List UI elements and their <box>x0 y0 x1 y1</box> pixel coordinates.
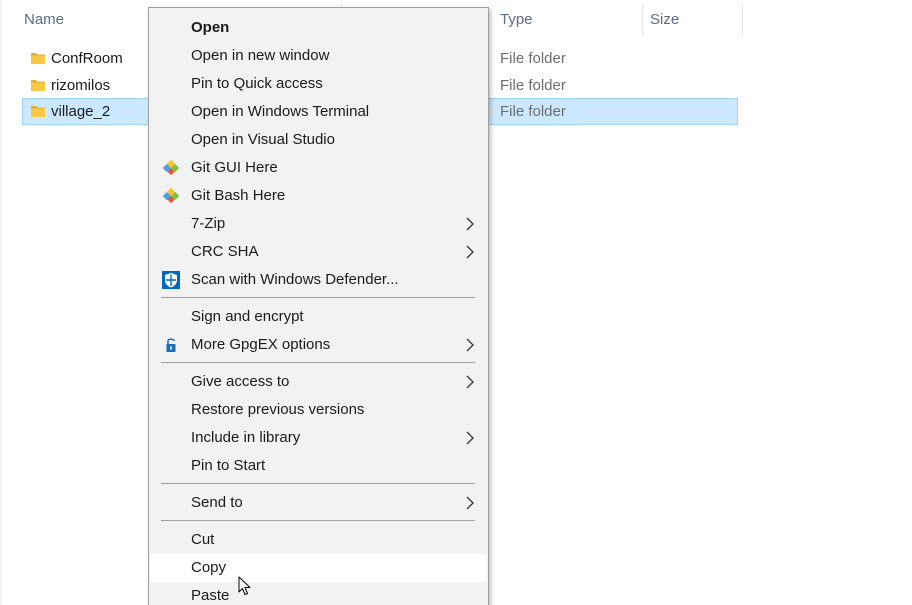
menu-item-label: Copy <box>191 559 227 576</box>
chevron-right-icon <box>466 338 474 352</box>
menu-item-pin-start[interactable]: Pin to Start <box>150 452 487 480</box>
menu-item-label: Give access to <box>191 373 290 390</box>
menu-item-7zip[interactable]: 7-Zip <box>150 210 487 238</box>
menu-item-label: Open <box>191 19 230 36</box>
menu-item-label: 7-Zip <box>191 215 226 232</box>
menu-item-label: Restore previous versions <box>191 401 365 418</box>
menu-item-label: Sign and encrypt <box>191 308 304 325</box>
menu-item-label: Git Bash Here <box>191 187 286 204</box>
folder-icon <box>31 80 45 91</box>
menu-item-label: Send to <box>191 494 243 511</box>
menu-item-label: Paste <box>191 587 230 604</box>
menu-item-open-terminal[interactable]: Open in Windows Terminal <box>150 98 487 126</box>
context-menu: Open Open in new window Pin to Quick acc… <box>148 7 489 605</box>
menu-item-restore-versions[interactable]: Restore previous versions <box>150 396 487 424</box>
column-header-size[interactable]: Size <box>642 4 742 36</box>
menu-item-open-visual-studio[interactable]: Open in Visual Studio <box>150 126 487 154</box>
menu-item-label: Pin to Start <box>191 457 266 474</box>
menu-item-label: Open in Visual Studio <box>191 131 335 148</box>
column-divider[interactable] <box>742 4 743 36</box>
menu-separator <box>161 483 475 484</box>
chevron-right-icon <box>466 431 474 445</box>
file-name: rizomilos <box>51 77 111 94</box>
mouse-pointer-icon <box>238 576 251 595</box>
git-icon <box>162 159 180 176</box>
menu-item-git-bash[interactable]: Git Bash Here <box>150 182 487 210</box>
menu-item-git-gui[interactable]: Git GUI Here <box>150 154 487 182</box>
menu-item-label: Git GUI Here <box>191 159 278 176</box>
menu-item-include-library[interactable]: Include in library <box>150 424 487 452</box>
menu-item-more-gpgex[interactable]: More GpgEX options <box>150 331 487 359</box>
chevron-right-icon <box>466 217 474 231</box>
menu-separator <box>161 362 475 363</box>
chevron-right-icon <box>466 375 474 389</box>
menu-item-send-to[interactable]: Send to <box>150 489 487 517</box>
menu-item-give-access[interactable]: Give access to <box>150 368 487 396</box>
padlock-icon <box>166 338 176 352</box>
menu-item-copy[interactable]: Copy <box>150 554 487 582</box>
chevron-right-icon <box>466 245 474 259</box>
menu-separator <box>161 297 475 298</box>
menu-item-scan-defender[interactable]: Scan with Windows Defender... <box>150 266 487 294</box>
menu-item-sign-encrypt[interactable]: Sign and encrypt <box>150 303 487 331</box>
menu-item-pin-quick-access[interactable]: Pin to Quick access <box>150 70 487 98</box>
file-type: File folder <box>500 50 566 67</box>
menu-item-label: Cut <box>191 531 215 548</box>
file-type: File folder <box>500 103 566 120</box>
file-type: File folder <box>500 77 566 94</box>
column-header-name[interactable]: Name <box>16 4 156 36</box>
git-icon <box>162 187 180 204</box>
menu-item-paste[interactable]: Paste <box>150 582 487 605</box>
windows-defender-shield-icon <box>162 271 180 289</box>
file-name: village_2 <box>51 103 111 120</box>
chevron-right-icon <box>466 496 474 510</box>
folder-icon <box>31 53 45 64</box>
folder-icon <box>31 106 45 117</box>
menu-item-label: Pin to Quick access <box>191 75 323 92</box>
menu-item-crc-sha[interactable]: CRC SHA <box>150 238 487 266</box>
menu-item-label: Scan with Windows Defender... <box>191 271 399 288</box>
menu-separator <box>161 520 475 521</box>
menu-item-open-new-window[interactable]: Open in new window <box>150 42 487 70</box>
window-left-edge <box>0 0 2 605</box>
menu-item-label: Open in new window <box>191 47 330 64</box>
menu-item-label: More GpgEX options <box>191 336 331 353</box>
menu-item-label: CRC SHA <box>191 243 259 260</box>
menu-item-label: Include in library <box>191 429 301 446</box>
menu-item-open[interactable]: Open <box>150 14 487 42</box>
column-header-type[interactable]: Type <box>492 4 642 36</box>
menu-item-cut[interactable]: Cut <box>150 526 487 554</box>
file-name: ConfRoom <box>51 50 123 67</box>
menu-item-label: Open in Windows Terminal <box>191 103 370 120</box>
